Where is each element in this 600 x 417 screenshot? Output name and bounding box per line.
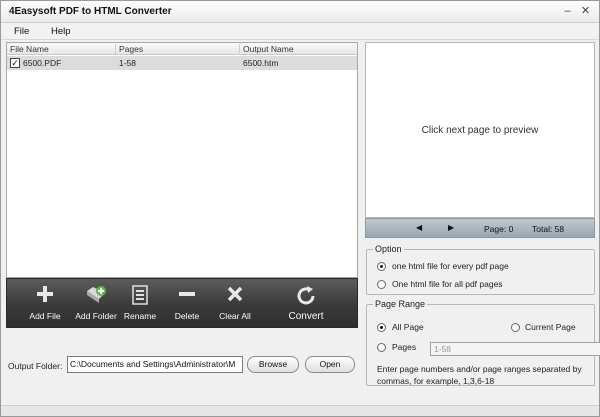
preview-navigation: ◀ ▶ Page: 0 Total: 58: [365, 218, 595, 238]
add-file-button[interactable]: Add File: [25, 281, 65, 327]
output-folder-label: Output Folder:: [8, 361, 63, 371]
close-icon[interactable]: ✕: [579, 5, 592, 18]
all-page-radio[interactable]: [377, 323, 386, 332]
row-pages: 1-58: [119, 58, 137, 68]
folder-add-icon: [85, 285, 107, 307]
option-group: Option one html file for every pdf page …: [366, 244, 595, 295]
file-list-header: File Name Pages Output Name: [7, 43, 357, 55]
clear-all-label: Clear All: [219, 311, 251, 321]
row-checkbox[interactable]: ✓: [10, 58, 20, 68]
pages-radio[interactable]: [377, 343, 386, 352]
add-file-label: Add File: [29, 311, 61, 321]
column-file-name[interactable]: File Name: [7, 44, 49, 55]
page-range-group: Page Range All Page Current Page Pages 1…: [366, 299, 600, 386]
status-bar: [1, 405, 599, 416]
table-row[interactable]: ✓ 6500.PDF 1-58 6500.htm: [7, 56, 357, 70]
output-folder-input[interactable]: C:\Documents and Settings\Administrator\…: [67, 356, 243, 373]
delete-label: Delete: [174, 311, 200, 321]
open-button[interactable]: Open: [305, 356, 355, 373]
preview-message: Click next page to preview: [421, 125, 539, 136]
minus-icon: [176, 285, 198, 307]
total-pages: Total: 58: [532, 224, 565, 234]
page-range-legend: Page Range: [373, 299, 428, 309]
option-every-page-radio[interactable]: [377, 262, 386, 271]
convert-label: Convert: [288, 311, 324, 322]
clear-all-button[interactable]: Clear All: [215, 281, 255, 327]
option-all-pages-label[interactable]: One html file for all pdf pages: [392, 279, 503, 289]
page-indicator: Page: 0: [484, 224, 514, 234]
pages-label[interactable]: Pages: [392, 342, 416, 352]
minimize-icon[interactable]: –: [561, 5, 574, 18]
window-title: 4Easysoft PDF to HTML Converter: [9, 6, 172, 17]
column-output-name[interactable]: Output Name: [239, 44, 294, 55]
delete-button[interactable]: Delete: [169, 281, 205, 327]
rename-button[interactable]: Rename: [119, 281, 161, 327]
x-icon: [224, 285, 246, 307]
pages-range-input[interactable]: 1-58: [430, 342, 600, 356]
row-output-name: 6500.htm: [243, 58, 279, 68]
browse-button[interactable]: Browse: [247, 356, 299, 373]
current-page-label[interactable]: Current Page: [525, 322, 576, 332]
file-list[interactable]: File Name Pages Output Name ✓ 6500.PDF 1…: [6, 42, 358, 278]
preview-panel: Click next page to preview: [365, 42, 595, 218]
list-icon: [129, 285, 151, 307]
row-file-name: 6500.PDF: [23, 58, 62, 68]
option-every-page-label[interactable]: one html file for every pdf page: [392, 261, 509, 271]
next-page-icon[interactable]: ▶: [448, 223, 454, 232]
plus-icon: [34, 285, 56, 307]
refresh-icon: [295, 285, 317, 307]
all-page-label[interactable]: All Page: [392, 322, 424, 332]
previous-page-icon[interactable]: ◀: [416, 223, 422, 232]
title-bar: 4Easysoft PDF to HTML Converter – ✕: [1, 1, 599, 23]
option-all-pages-radio[interactable]: [377, 280, 386, 289]
page-range-hint: Enter page numbers and/or page ranges se…: [377, 364, 582, 386]
menu-file[interactable]: File: [14, 26, 29, 37]
menu-bar: File Help: [1, 23, 599, 40]
column-pages[interactable]: Pages: [115, 44, 143, 55]
add-folder-button[interactable]: Add Folder: [71, 281, 121, 327]
convert-button[interactable]: Convert: [283, 281, 329, 327]
option-legend: Option: [373, 244, 404, 254]
app-window: 4Easysoft PDF to HTML Converter – ✕ File…: [0, 0, 600, 417]
rename-label: Rename: [123, 311, 157, 321]
toolbar: Add File Add Folder Rename Delete Clear …: [6, 278, 358, 328]
add-folder-label: Add Folder: [75, 311, 117, 321]
menu-help[interactable]: Help: [51, 26, 71, 37]
current-page-radio[interactable]: [511, 323, 520, 332]
